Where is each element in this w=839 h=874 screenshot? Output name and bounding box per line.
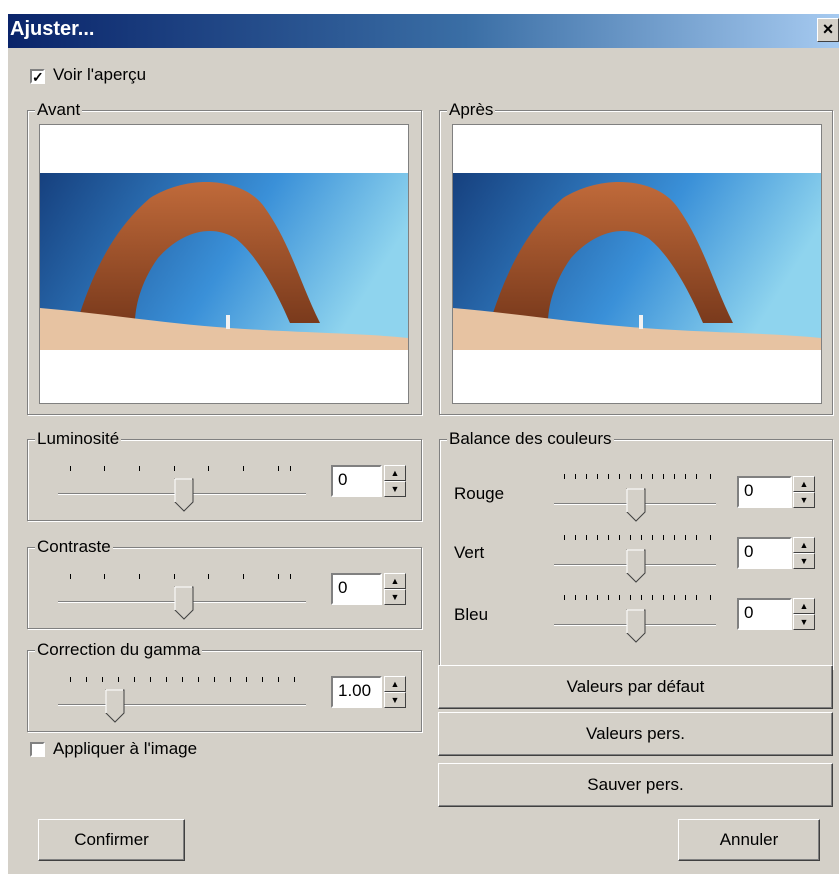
contrast-slider-thumb[interactable]	[174, 586, 194, 620]
spin-down-icon[interactable]: ▼	[793, 553, 815, 569]
contrast-spinner[interactable]: ▲ ▼	[384, 573, 406, 605]
before-preview	[39, 124, 409, 404]
gamma-slider-thumb[interactable]	[105, 689, 125, 723]
arch-photo-after	[453, 173, 821, 350]
brightness-slider-thumb[interactable]	[174, 478, 194, 512]
blue-value-input[interactable]: 0	[737, 598, 792, 630]
after-group: Après	[439, 100, 833, 415]
close-icon: ×	[822, 19, 834, 39]
custom-values-button[interactable]: Valeurs pers.	[438, 712, 833, 756]
contrast-label: Contraste	[35, 537, 113, 557]
after-preview	[452, 124, 822, 404]
blue-label: Bleu	[454, 605, 489, 624]
spin-up-icon[interactable]: ▲	[793, 598, 815, 614]
red-label: Rouge	[454, 484, 505, 503]
preview-checkbox[interactable]: ✓	[30, 69, 45, 84]
after-image	[453, 173, 821, 350]
blue-slider-thumb[interactable]	[626, 609, 646, 643]
gamma-label: Correction du gamma	[35, 640, 203, 660]
window-title: Ajuster...	[10, 18, 95, 40]
green-label: Vert	[454, 543, 485, 562]
blue-spinner[interactable]: ▲ ▼	[793, 598, 815, 630]
spin-up-icon[interactable]: ▲	[384, 573, 406, 589]
spin-down-icon[interactable]: ▼	[793, 614, 815, 630]
before-label: Avant	[35, 100, 83, 120]
color-balance-label: Balance des couleurs	[447, 429, 614, 449]
red-value-input[interactable]: 0	[737, 476, 792, 508]
spin-up-icon[interactable]: ▲	[384, 676, 406, 692]
red-spinner[interactable]: ▲ ▼	[793, 476, 815, 508]
spin-down-icon[interactable]: ▼	[793, 492, 815, 508]
close-button[interactable]: ×	[817, 18, 839, 42]
arch-photo-before	[40, 173, 408, 350]
spin-up-icon[interactable]: ▲	[384, 465, 406, 481]
before-image	[40, 173, 408, 350]
title-bar: Ajuster... ×	[8, 14, 839, 48]
spin-down-icon[interactable]: ▼	[384, 481, 406, 497]
color-balance-group: Balance des couleurs Rouge 0 ▲ ▼ Vert 0 …	[439, 429, 833, 669]
gamma-group: Correction du gamma 1.00 ▲ ▼	[27, 640, 422, 732]
before-group: Avant	[27, 100, 422, 415]
brightness-group: Luminosité 0 ▲ ▼	[27, 429, 422, 521]
gamma-value-input[interactable]: 1.00	[331, 676, 382, 708]
after-label: Après	[447, 100, 496, 120]
adjust-dialog: Ajuster... × ✓ Voir l'aperçu Avant Après…	[8, 14, 839, 874]
contrast-group: Contraste 0 ▲ ▼	[27, 537, 422, 629]
brightness-spinner[interactable]: ▲ ▼	[384, 465, 406, 497]
save-custom-button[interactable]: Sauver pers.	[438, 763, 833, 807]
gamma-spinner[interactable]: ▲ ▼	[384, 676, 406, 708]
red-slider-thumb[interactable]	[626, 488, 646, 522]
apply-to-image-checkbox[interactable]	[30, 742, 45, 757]
green-slider-thumb[interactable]	[626, 549, 646, 583]
spin-up-icon[interactable]: ▲	[793, 537, 815, 553]
spin-down-icon[interactable]: ▼	[384, 589, 406, 605]
spin-down-icon[interactable]: ▼	[384, 692, 406, 708]
green-value-input[interactable]: 0	[737, 537, 792, 569]
brightness-value-input[interactable]: 0	[331, 465, 382, 497]
apply-to-image-label[interactable]: Appliquer à l'image	[53, 739, 197, 759]
confirm-button[interactable]: Confirmer	[38, 819, 185, 861]
preview-checkbox-label[interactable]: Voir l'aperçu	[53, 65, 146, 85]
brightness-label: Luminosité	[35, 429, 122, 449]
cancel-button[interactable]: Annuler	[678, 819, 820, 861]
green-spinner[interactable]: ▲ ▼	[793, 537, 815, 569]
spin-up-icon[interactable]: ▲	[793, 476, 815, 492]
checkbox-check-icon: ✓	[32, 69, 44, 85]
default-values-button[interactable]: Valeurs par défaut	[438, 665, 833, 709]
contrast-value-input[interactable]: 0	[331, 573, 382, 605]
